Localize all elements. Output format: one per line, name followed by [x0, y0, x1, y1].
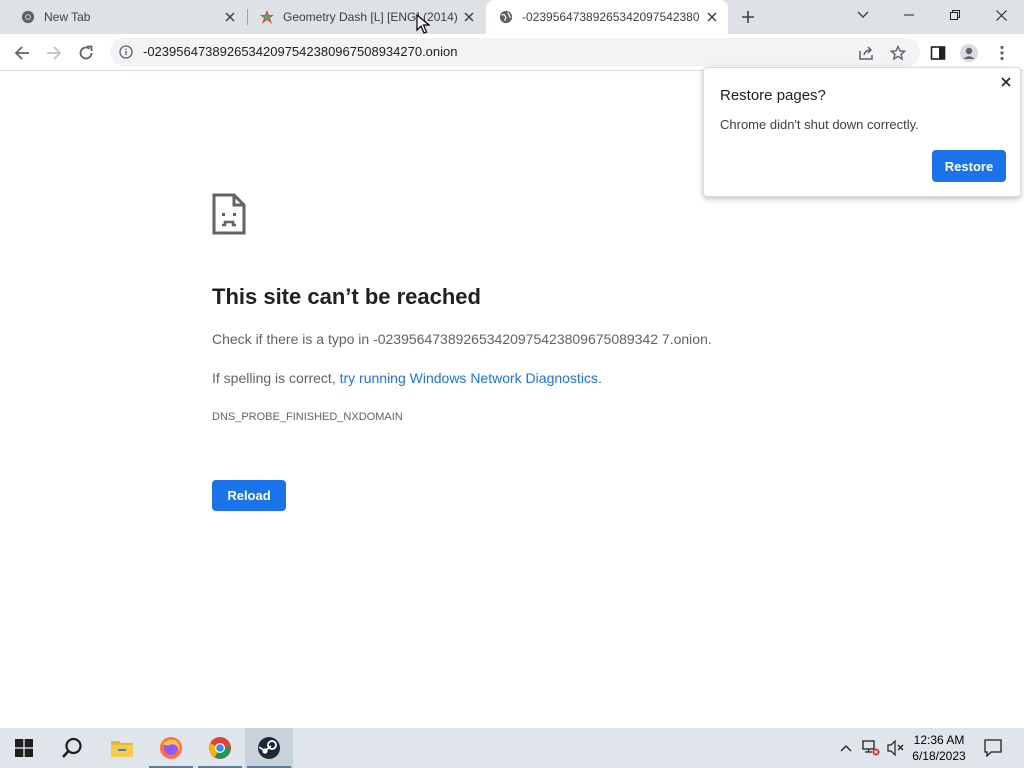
restore-button[interactable]: Restore — [932, 150, 1006, 182]
close-tab-icon[interactable] — [222, 9, 238, 25]
close-tab-icon[interactable] — [461, 9, 477, 25]
clock-date: 6/18/2023 — [912, 749, 966, 763]
clock-time: 12:36 AM — [913, 733, 965, 747]
back-button[interactable] — [8, 39, 36, 67]
address-bar[interactable]: -02395647389265342097542380967508934270.… — [110, 38, 920, 66]
error-title: This site can’t be reached — [212, 284, 481, 309]
tab-strip: New Tab Geometry Dash [L] [ENG] (2014) -… — [0, 0, 1024, 34]
error-code: DNS_PROBE_FINISHED_NXDOMAIN — [212, 411, 403, 423]
tab-title: Geometry Dash [L] [ENG] (2014) — [283, 10, 458, 24]
search-icon[interactable] — [48, 728, 96, 768]
globe-icon — [498, 9, 514, 25]
minimize-button[interactable] — [886, 0, 932, 30]
notification-center-icon[interactable] — [976, 728, 1010, 768]
taskbar: 12:36 AM 6/18/2023 — [0, 728, 1024, 768]
suggestion-suffix: . — [597, 370, 602, 386]
geometry-dash-icon — [259, 9, 275, 25]
forward-button[interactable] — [40, 39, 68, 67]
chrome-icon[interactable] — [196, 728, 244, 768]
new-tab-button[interactable] — [736, 5, 760, 29]
sad-page-icon — [212, 193, 246, 235]
chrome-icon — [20, 9, 36, 25]
network-icon[interactable] — [861, 738, 881, 758]
side-panel-icon[interactable] — [924, 39, 952, 67]
error-suggestion: If spelling is correct, try running Wind… — [212, 370, 602, 386]
close-icon[interactable] — [998, 74, 1014, 90]
profile-avatar-icon[interactable] — [955, 39, 983, 67]
url-text[interactable]: -02395647389265342097542380967508934270.… — [143, 44, 458, 59]
system-clock[interactable]: 12:36 AM 6/18/2023 — [906, 732, 972, 764]
tab-new-tab[interactable]: New Tab — [0, 0, 246, 34]
dialog-title: Restore pages? — [720, 87, 826, 104]
reload-icon[interactable] — [72, 39, 100, 67]
network-diagnostics-link[interactable]: try running Windows Network Diagnostics — [340, 370, 598, 386]
tab-onion-site[interactable]: -02395647389265342097542380 — [486, 0, 728, 34]
bookmark-star-icon[interactable] — [884, 39, 912, 67]
restore-pages-dialog: Restore pages? Chrome didn't shut down c… — [703, 67, 1021, 197]
start-icon[interactable] — [0, 728, 48, 768]
reload-button[interactable]: Reload — [212, 480, 286, 511]
browser-toolbar: -02395647389265342097542380967508934270.… — [0, 34, 1024, 71]
tab-title: New Tab — [44, 10, 91, 24]
dialog-message: Chrome didn't shut down correctly. — [720, 117, 919, 132]
tab-geometry-dash[interactable]: Geometry Dash [L] [ENG] (2014) — [239, 0, 485, 34]
firefox-icon[interactable] — [147, 728, 195, 768]
tab-title: -02395647389265342097542380 — [522, 10, 700, 24]
info-icon[interactable] — [118, 44, 134, 60]
menu-kebab-icon[interactable] — [988, 39, 1016, 67]
mouse-cursor-icon — [416, 14, 430, 34]
close-tab-icon[interactable] — [704, 9, 720, 25]
show-hidden-icons-chevron-icon[interactable] — [836, 738, 856, 758]
close-window-button[interactable] — [978, 0, 1024, 30]
error-typo-message: Check if there is a typo in -02395647389… — [212, 331, 712, 347]
share-icon[interactable] — [852, 39, 880, 67]
steam-icon[interactable] — [245, 728, 293, 768]
file-explorer-icon[interactable] — [98, 728, 146, 768]
tab-search-button[interactable] — [840, 0, 886, 30]
suggestion-prefix: If spelling is correct, — [212, 370, 340, 386]
restore-window-button[interactable] — [932, 0, 978, 30]
volume-muted-icon[interactable] — [886, 738, 906, 758]
